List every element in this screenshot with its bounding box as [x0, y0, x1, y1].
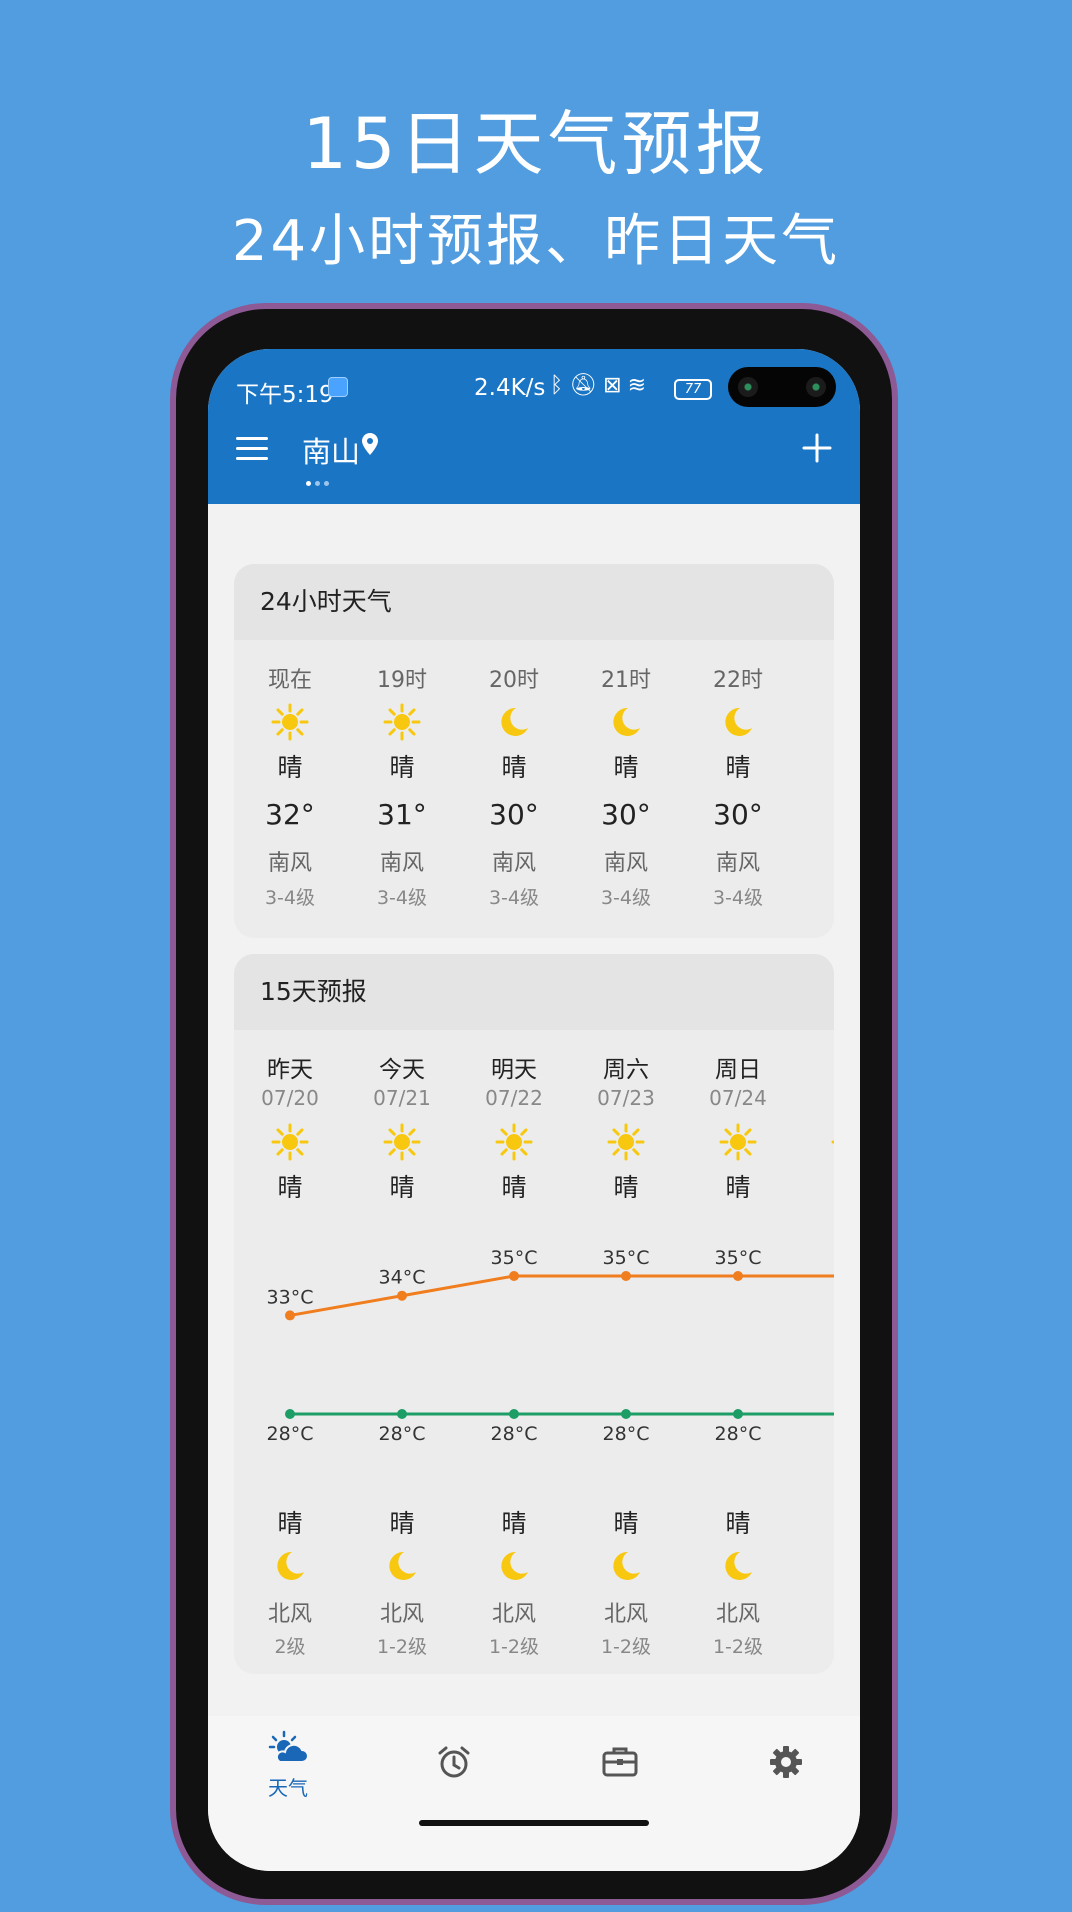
weather-icon — [268, 1730, 309, 1763]
promo-subtitle: 24小时预报、昨日天气 — [231, 209, 841, 274]
hourly-forecast-card: 24小时天气 现在 晴 32° 南风 3-4级 19时 晴 31° 南风 3-4… — [234, 564, 834, 938]
hour-label: 21时 — [601, 668, 651, 693]
nav-settings[interactable] — [736, 1744, 836, 1784]
condition-label: 晴 — [613, 753, 639, 782]
wind-level: 3-4级 — [376, 887, 428, 909]
low-temperature-label: 28°C — [491, 1423, 538, 1445]
add-city-icon[interactable] — [802, 433, 832, 463]
hourly-column: 现在 晴 32° 南风 3-4级 — [234, 640, 346, 910]
menu-icon[interactable] — [236, 437, 268, 461]
app-bar: 下午5:19 2.4K/s ᛒ🔕︎⊠≋ 77 南山 — [208, 349, 860, 504]
hour-temperature: 32° — [265, 798, 315, 831]
wind-level: 3-4 — [794, 876, 834, 898]
condition-label: 晴 — [277, 753, 303, 782]
wind-level: 3-4级 — [600, 887, 652, 909]
wind-direction: 南 — [794, 838, 834, 870]
daily-forecast-card: 15天预报 昨天 07/20 晴 晴 北风 2级 今天 07/21 晴 晴 北风… — [234, 954, 834, 1674]
hour-label: 23 — [794, 662, 834, 687]
condition-label: 晴 — [794, 741, 834, 777]
wifi-icon: ≋ — [627, 373, 653, 398]
hour-label: 19时 — [377, 668, 427, 693]
high-temperature-point — [621, 1271, 631, 1281]
low-temperature-label: 28°C — [267, 1423, 314, 1445]
nav-tools[interactable] — [570, 1744, 670, 1782]
hour-temperature: 30° — [601, 798, 651, 831]
hourly-column: 22时 晴 30° 南风 3-4级 — [682, 640, 794, 910]
wind-level: 3-4级 — [264, 887, 316, 909]
toolbox-icon — [602, 1747, 638, 1777]
alarm-clock-icon — [438, 1746, 470, 1778]
front-camera — [728, 367, 836, 407]
low-temperature-point — [397, 1409, 407, 1419]
wind-direction: 南风 — [715, 851, 760, 876]
moon-icon — [613, 707, 640, 736]
sun-icon — [383, 703, 421, 741]
sun-icon — [271, 703, 309, 741]
temperature-chart: 33°C34°C35°C35°C35°C3528°C28°C28°C28°C28… — [267, 1247, 834, 1445]
high-temperature-point — [509, 1271, 519, 1281]
hourly-column: 23 晴 30 南 3-4 — [794, 640, 834, 898]
low-temperature-point — [621, 1409, 631, 1419]
hour-label: 22时 — [713, 668, 763, 693]
wind-direction: 南风 — [603, 851, 648, 876]
low-temperature-point — [285, 1409, 295, 1419]
wind-direction: 南风 — [491, 851, 536, 876]
low-temperature-label: 28°C — [379, 1423, 426, 1445]
high-temperature-point — [397, 1290, 407, 1301]
hour-temperature: 30° — [713, 798, 763, 831]
settings-gear-icon — [770, 1746, 802, 1778]
battery-indicator: 77 — [674, 379, 712, 400]
page-indicator — [306, 471, 333, 490]
wind-level: 3-4级 — [488, 887, 540, 909]
low-temperature-label: 28°C — [603, 1423, 650, 1445]
condition-label: 晴 — [725, 753, 751, 782]
condition-label: 晴 — [501, 753, 527, 782]
city-name[interactable]: 南山 — [302, 429, 360, 471]
high-temperature-label: 35°C — [491, 1247, 538, 1269]
home-indicator — [419, 1820, 649, 1826]
hourly-column: 19时 晴 31° 南风 3-4级 — [346, 640, 458, 910]
low-temperature-point — [733, 1409, 743, 1419]
wind-direction: 南风 — [267, 851, 312, 876]
nav-weather-label: 天气 — [268, 1776, 308, 1800]
hourly-column: 21时 晴 30° 南风 3-4级 — [570, 640, 682, 910]
network-speed: 2.4K/s — [474, 375, 546, 401]
sim-off-icon: ⊠ — [603, 373, 628, 398]
hour-label: 20时 — [489, 668, 539, 693]
hour-label: 现在 — [267, 668, 312, 693]
status-icons: ᛒ🔕︎⊠≋ — [550, 373, 652, 398]
hour-temperature: 31° — [377, 798, 427, 831]
hour-temperature: 30 — [794, 791, 834, 824]
wind-level: 3-4级 — [712, 887, 764, 909]
app-screen: 下午5:19 2.4K/s ᛒ🔕︎⊠≋ 77 南山 24小时天气 现在 晴 32… — [208, 349, 860, 1871]
bluetooth-icon: ᛒ — [550, 373, 570, 398]
hour-temperature: 30° — [489, 798, 539, 831]
status-time: 下午5:19 — [236, 382, 334, 408]
high-temperature-label: 35°C — [715, 1247, 762, 1269]
high-temperature-point — [733, 1271, 743, 1281]
high-temperature-label: 34°C — [379, 1267, 426, 1289]
wind-direction: 南风 — [379, 851, 424, 876]
hourly-column: 20时 晴 30° 南风 3-4级 — [458, 640, 570, 910]
notification-app-icon — [328, 377, 348, 397]
low-temperature-point — [509, 1409, 519, 1419]
condition-label: 晴 — [389, 753, 415, 782]
high-temperature-label: 33°C — [267, 1286, 314, 1308]
nav-alarm[interactable] — [404, 1744, 504, 1784]
low-temperature-label: 28°C — [715, 1423, 762, 1445]
bottom-navigation: 天气 — [208, 1716, 860, 1871]
high-temperature-label: 35°C — [603, 1247, 650, 1269]
high-temperature-point — [285, 1310, 295, 1321]
promo-title: 15日天气预报 — [302, 103, 770, 185]
moon-icon — [830, 695, 834, 735]
card-title: 24小时天气 — [234, 564, 834, 640]
high-temperature-line — [289, 1274, 834, 1317]
nav-weather[interactable]: 天气 — [238, 1730, 338, 1801]
moon-icon — [501, 707, 528, 736]
phone-frame: 下午5:19 2.4K/s ᛒ🔕︎⊠≋ 77 南山 24小时天气 现在 晴 32… — [170, 303, 898, 1905]
location-pin-icon — [362, 433, 378, 455]
moon-icon — [725, 707, 752, 736]
mute-icon: 🔕︎ — [569, 373, 604, 398]
